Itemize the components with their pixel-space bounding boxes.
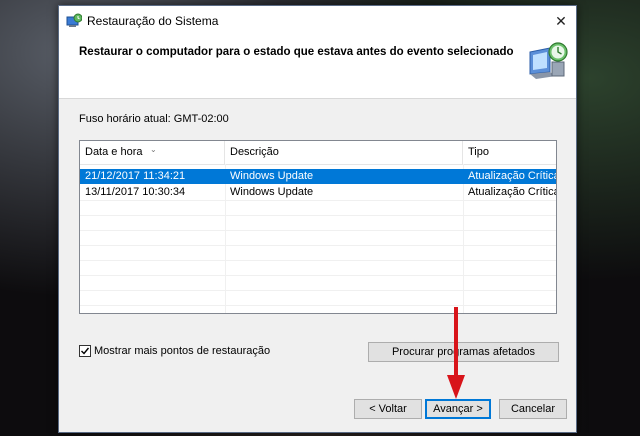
red-arrow-down-icon <box>447 307 465 399</box>
column-type-header[interactable]: Tipo <box>463 141 556 164</box>
table-row[interactable]: 13/11/2017 10:30:34 Windows Update Atual… <box>80 185 556 200</box>
close-button[interactable]: ✕ <box>550 10 572 32</box>
cell-type: Atualização Crítica <box>468 170 557 182</box>
sort-down-icon: ⌄ <box>150 145 157 154</box>
cell-description: Windows Update <box>230 170 314 182</box>
cell-type: Atualização Crítica <box>468 186 557 198</box>
system-restore-clock-icon <box>529 42 568 79</box>
cancel-button[interactable]: Cancelar <box>499 399 567 419</box>
timezone-label: Fuso horário atual: GMT-02:00 <box>79 113 229 125</box>
cell-date: 21/12/2017 11:34:21 <box>85 170 186 182</box>
title-bar[interactable]: Restauração do Sistema ✕ <box>59 6 576 36</box>
back-button[interactable]: < Voltar <box>354 399 422 419</box>
checkmark-icon <box>81 347 90 355</box>
restore-points-list[interactable]: Data e hora ⌄ Descrição Tipo 21/12/2017 … <box>79 140 557 314</box>
window-title: Restauração do Sistema <box>87 14 219 28</box>
header-panel: Restaurar o computador para o estado que… <box>59 36 576 99</box>
list-header: Data e hora ⌄ Descrição Tipo <box>80 141 556 165</box>
column-date-header[interactable]: Data e hora ⌄ <box>80 141 225 164</box>
cell-description: Windows Update <box>230 186 314 198</box>
column-description-header[interactable]: Descrição <box>225 141 463 164</box>
cell-date: 13/11/2017 10:30:34 <box>85 186 186 198</box>
show-more-label: Mostrar mais pontos de restauração <box>94 345 271 357</box>
system-restore-icon <box>66 13 82 27</box>
table-row[interactable]: 21/12/2017 11:34:21 Windows Update Atual… <box>80 169 556 184</box>
show-more-checkbox[interactable] <box>79 345 91 357</box>
system-restore-window: Restauração do Sistema ✕ Restaurar o com… <box>58 5 577 433</box>
next-button[interactable]: Avançar > <box>425 399 491 419</box>
page-title: Restaurar o computador para o estado que… <box>79 46 514 58</box>
